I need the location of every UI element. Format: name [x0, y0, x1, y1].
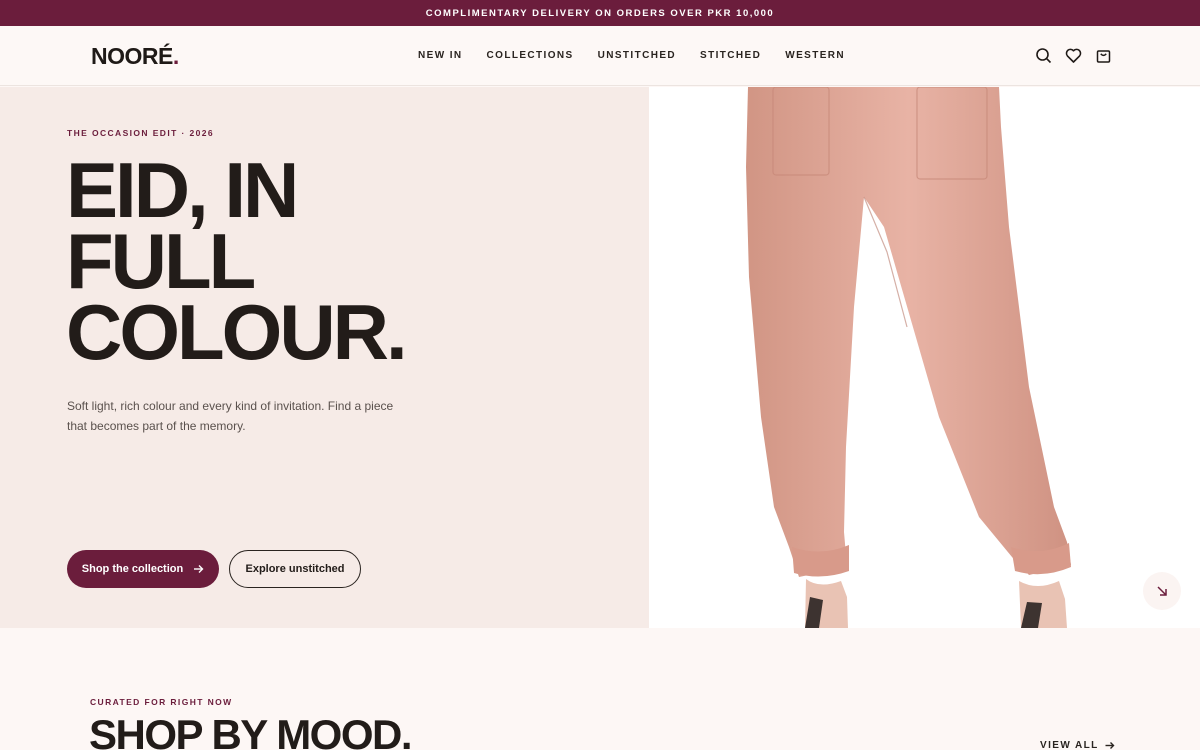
heart-icon[interactable] [1065, 47, 1082, 64]
arrow-right-icon [1105, 742, 1115, 749]
brand-dot: . [172, 43, 179, 69]
shopping-bag-icon[interactable] [1095, 47, 1112, 64]
mood-eyebrow: CURATED FOR RIGHT NOW [90, 697, 233, 707]
headline-line-1: EID, IN [66, 146, 299, 234]
headline-line-3: COLOUR. [66, 288, 408, 376]
search-icon[interactable] [1035, 47, 1052, 64]
hero-image-link[interactable] [1143, 572, 1181, 610]
shop-collection-label: Shop the collection [81, 563, 184, 575]
hero-subcopy: Soft light, rich colour and every kind o… [67, 399, 394, 433]
hero-text-panel: THE OCCASION EDIT · 2026 EID, IN FULL CO… [0, 87, 649, 628]
explore-unstitched-label: Explore unstitched [245, 563, 345, 575]
mood-title: SHOP BY MOOD. [89, 711, 413, 750]
nav-western[interactable]: WESTERN [785, 50, 845, 61]
nav-new-in[interactable]: NEW IN [418, 50, 463, 61]
view-all-link[interactable]: VIEW ALL [1040, 740, 1115, 750]
nav-stitched[interactable]: STITCHED [700, 50, 761, 61]
site-header: NOORÉ. NEW IN COLLECTIONS UNSTITCHED STI… [0, 26, 1200, 86]
explore-unstitched-button[interactable]: Explore unstitched [229, 550, 361, 588]
hero-headline: EID, IN FULL COLOUR. [66, 146, 626, 376]
shop-collection-button[interactable]: Shop the collection [67, 550, 219, 588]
hero-eyebrow: THE OCCASION EDIT · 2026 [67, 128, 214, 138]
announcement-bar: COMPLIMENTARY DELIVERY ON ORDERS OVER PK… [0, 0, 1200, 26]
nav-collections[interactable]: COLLECTIONS [487, 50, 574, 61]
shop-by-mood-section: CURATED FOR RIGHT NOW SHOP BY MOOD. VIEW… [0, 628, 1200, 750]
brand-name: NOORÉ [91, 43, 173, 69]
headline-line-2: FULL [66, 217, 256, 305]
hero-product-image [649, 87, 1200, 628]
brand-logo[interactable]: NOORÉ. [91, 43, 179, 70]
hero-image-panel [649, 87, 1200, 628]
header-actions [1035, 47, 1112, 64]
announcement-text: COMPLIMENTARY DELIVERY ON ORDERS OVER PK… [425, 7, 775, 19]
arrow-down-right-icon [1157, 586, 1167, 596]
nav-unstitched[interactable]: UNSTITCHED [598, 50, 676, 61]
main-nav: NEW IN COLLECTIONS UNSTITCHED STITCHED W… [418, 50, 845, 61]
view-all-label: VIEW ALL [1040, 740, 1099, 750]
arrow-right-icon [194, 565, 204, 573]
